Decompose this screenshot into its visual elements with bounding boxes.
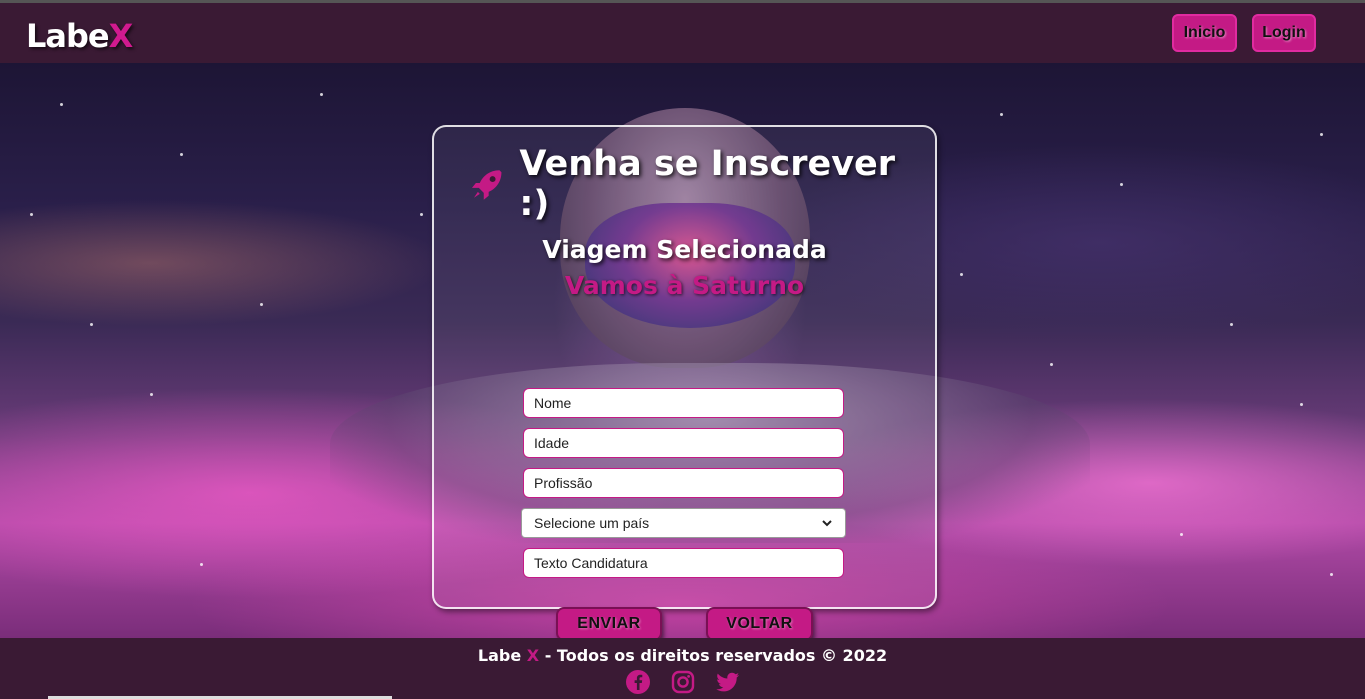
form-title: Venha se Inscrever :) xyxy=(519,144,896,224)
footer-copyright: Labe X - Todos os direitos reservados © … xyxy=(0,646,1365,665)
top-navbar: LabeX Inicio Login xyxy=(0,3,1365,63)
age-input[interactable] xyxy=(523,428,844,458)
application-text-input[interactable] xyxy=(523,548,844,578)
country-select[interactable]: Selecione um país xyxy=(521,508,846,538)
facebook-icon[interactable] xyxy=(626,670,650,694)
footer-brand-accent: X xyxy=(526,646,540,665)
logo[interactable]: LabeX xyxy=(26,17,134,55)
nav-login-button[interactable]: Login xyxy=(1252,14,1316,52)
selected-trip-heading: Viagem Selecionada xyxy=(542,235,827,264)
chevron-down-icon xyxy=(822,520,832,527)
submit-button[interactable]: ENVIAR xyxy=(556,607,662,638)
twitter-icon[interactable] xyxy=(716,670,740,694)
form-title-row: Venha se Inscrever :) xyxy=(470,144,930,224)
logo-text: Labe xyxy=(26,17,110,55)
footer-copyright-text: - Todos os direitos reservados © 2022 xyxy=(539,646,888,665)
instagram-icon[interactable] xyxy=(671,670,695,694)
name-input[interactable] xyxy=(523,388,844,418)
back-button[interactable]: VOLTAR xyxy=(706,607,813,638)
rocket-icon xyxy=(471,170,502,200)
application-form-card: Venha se Inscrever :) Viagem Selecionada… xyxy=(432,125,937,638)
footer-brand: Labe xyxy=(477,646,522,665)
profession-input[interactable] xyxy=(523,468,844,498)
logo-accent: X xyxy=(108,17,134,55)
footer: Labe X - Todos os direitos reservados © … xyxy=(0,638,1365,699)
nav-inicio-button[interactable]: Inicio xyxy=(1172,14,1237,52)
country-select-value: Selecione um país xyxy=(534,515,650,531)
selected-trip-name: Vamos à Saturno xyxy=(564,271,805,300)
hero-background: Venha se Inscrever :) Viagem Selecionada… xyxy=(0,63,1365,638)
